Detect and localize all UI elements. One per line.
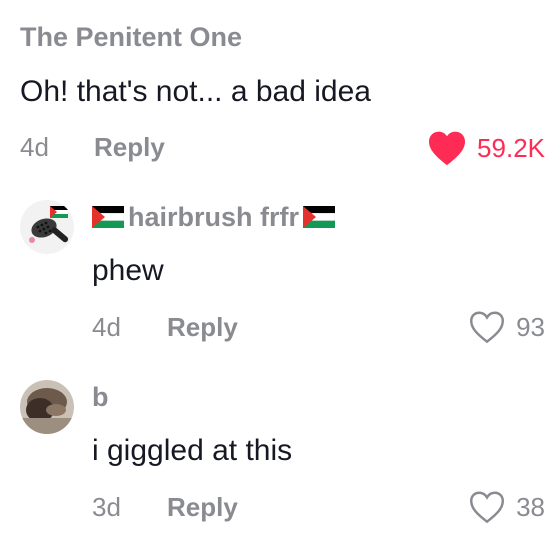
comment-username[interactable]: The Penitent One — [20, 20, 545, 54]
reply-meta: 4d Reply 93 — [92, 310, 545, 344]
reply-username[interactable]: b — [92, 380, 545, 414]
reply-button[interactable]: Reply — [167, 490, 238, 524]
reply-button[interactable]: Reply — [94, 130, 165, 164]
like-button[interactable]: 59.2K — [427, 130, 545, 166]
like-button[interactable]: 38 — [468, 490, 545, 524]
reply-body: b i giggled at this 3d Reply 38 — [92, 380, 545, 524]
reply-time: 3d — [92, 492, 121, 522]
reply-body: hairbrush frfr phew 4d Reply 93 — [92, 200, 545, 344]
comment-meta: 4d Reply 59.2K — [20, 130, 545, 166]
heart-outline-icon — [470, 491, 505, 524]
comment: The Penitent One Oh! that's not... a bad… — [20, 20, 545, 166]
like-count: 38 — [516, 492, 545, 522]
reply-username: hairbrush frfr — [128, 202, 300, 232]
like-count: 93 — [516, 312, 545, 342]
avatar[interactable] — [20, 200, 74, 254]
avatar[interactable] — [20, 380, 74, 434]
reply-text: phew — [92, 254, 164, 287]
palestine-flag-icon — [92, 206, 124, 228]
comment-time: 4d — [20, 132, 49, 162]
heart-filled-icon — [429, 131, 466, 166]
reply-text: i giggled at this — [92, 434, 293, 467]
user-avatar-image — [20, 380, 74, 434]
reply-button[interactable]: Reply — [167, 310, 238, 344]
palestine-flag-icon — [303, 206, 336, 228]
reply-comment: b i giggled at this 3d Reply 38 — [20, 380, 545, 540]
reply-time: 4d — [92, 312, 121, 342]
reply-meta: 3d Reply 38 — [92, 490, 545, 524]
reply-username-row[interactable]: hairbrush frfr — [92, 200, 545, 234]
like-button[interactable]: 93 — [468, 310, 545, 344]
reply-comment: hairbrush frfr phew 4d Reply 93 — [20, 200, 545, 350]
heart-outline-icon — [470, 311, 505, 344]
comment-text: Oh! that's not... a bad idea — [20, 75, 371, 108]
hairbrush-avatar-image — [20, 200, 74, 254]
like-count: 59.2K — [477, 133, 545, 163]
